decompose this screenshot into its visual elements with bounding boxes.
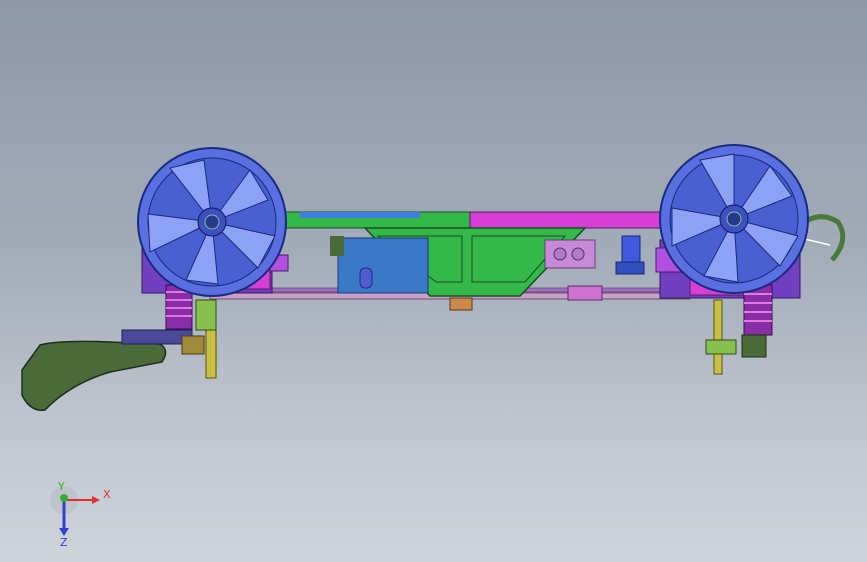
- center-bracket[interactable]: [449, 297, 473, 311]
- y-axis-label: Y: [57, 480, 65, 493]
- left-wheel-assembly[interactable]: [121, 147, 289, 379]
- coordinate-triad: X Y Z: [50, 480, 111, 548]
- cad-viewport[interactable]: X Y Z: [0, 0, 867, 562]
- assembly-model[interactable]: [0, 0, 867, 562]
- right-wheel-assembly[interactable]: [655, 144, 846, 375]
- gear-housing[interactable]: [544, 239, 596, 269]
- right-wheel[interactable]: [659, 144, 809, 294]
- mud-flap[interactable]: [21, 340, 167, 411]
- z-axis-label: Z: [60, 536, 68, 548]
- x-axis-label: X: [103, 488, 111, 501]
- main-beam-right[interactable]: [469, 211, 661, 229]
- motor[interactable]: [337, 237, 429, 294]
- beam-blue-strip[interactable]: [300, 212, 420, 218]
- left-wheel[interactable]: [137, 147, 287, 297]
- y-axis-dot: [60, 494, 68, 502]
